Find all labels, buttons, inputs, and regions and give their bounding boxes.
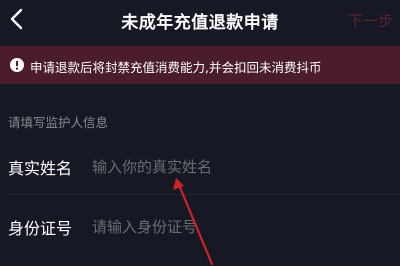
- real-name-label: 真实姓名: [8, 159, 73, 178]
- real-name-input[interactable]: [92, 155, 382, 179]
- next-step-button[interactable]: 下一步: [348, 10, 393, 31]
- id-number-label: 身份证号: [8, 219, 73, 238]
- id-number-input[interactable]: [92, 215, 382, 239]
- divider: [8, 194, 400, 195]
- exclamation-circle-icon: [10, 58, 24, 72]
- notice-banner: 申请退款后将封禁充值消费能力,并会扣回未消费抖币: [0, 46, 400, 84]
- notice-text: 申请退款后将封禁充值消费能力,并会扣回未消费抖币: [30, 60, 322, 75]
- page-title: 未成年充值退款申请: [121, 13, 279, 33]
- guardian-info-section-label: 请填写监护人信息: [8, 115, 109, 130]
- navigation-bar: 未成年充值退款申请 下一步: [0, 0, 400, 44]
